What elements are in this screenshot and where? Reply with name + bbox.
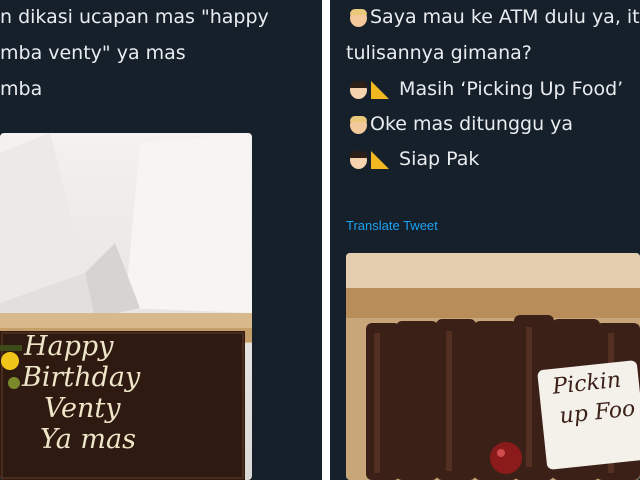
driver-person-icon — [350, 150, 367, 169]
right-plaque-text: Pickin up Foo — [551, 363, 640, 432]
left-tweet-panel: n dikasi ucapan mas "happy mba venty" ya… — [0, 0, 322, 480]
chat-line-3: Masih ‘Picking Up Food’ — [350, 78, 623, 100]
chat-line-1: Saya mau ke ATM dulu ya, it — [350, 6, 640, 28]
chat-line-5-text: Siap Pak — [399, 148, 480, 170]
tweet-text-line-3: mba — [0, 78, 43, 100]
cheese-icon — [371, 80, 389, 99]
right-tweet-panel: Saya mau ke ATM dulu ya, it tulisannya g… — [330, 0, 640, 480]
chat-line-2: tulisannya gimana? — [346, 42, 532, 64]
translate-tweet-link[interactable]: Translate Tweet — [346, 218, 438, 233]
blond-person-icon — [350, 8, 367, 27]
driver-person-icon — [350, 80, 367, 99]
cheese-icon — [371, 150, 389, 169]
plaque-line-1: Happy — [24, 331, 114, 362]
cake-photo-left[interactable]: Happy Birthday Venty Ya mas — [0, 133, 252, 480]
chat-line-4: Oke mas ditunggu ya — [350, 113, 573, 135]
chat-line-1-text: Saya mau ke ATM dulu ya, it — [370, 6, 640, 28]
cake-photo-right-image — [346, 253, 640, 480]
blond-person-icon — [350, 115, 367, 134]
chat-line-3-text: Masih ‘Picking Up Food’ — [399, 78, 624, 100]
plaque-line-2: Birthday — [22, 362, 141, 393]
cake-photo-right[interactable]: Pickin up Foo — [346, 253, 640, 480]
chat-line-5: Siap Pak — [350, 148, 479, 170]
cake-plaque-text: Happy Birthday Venty Ya mas — [14, 331, 244, 455]
tweet-text-line-2: mba venty" ya mas — [0, 42, 186, 64]
plaque-line-4: Ya mas — [40, 424, 136, 455]
plaque-line-3: Venty — [44, 393, 121, 424]
chat-line-4-text: Oke mas ditunggu ya — [370, 113, 574, 135]
tweet-text-line-1: n dikasi ucapan mas "happy — [0, 6, 269, 28]
